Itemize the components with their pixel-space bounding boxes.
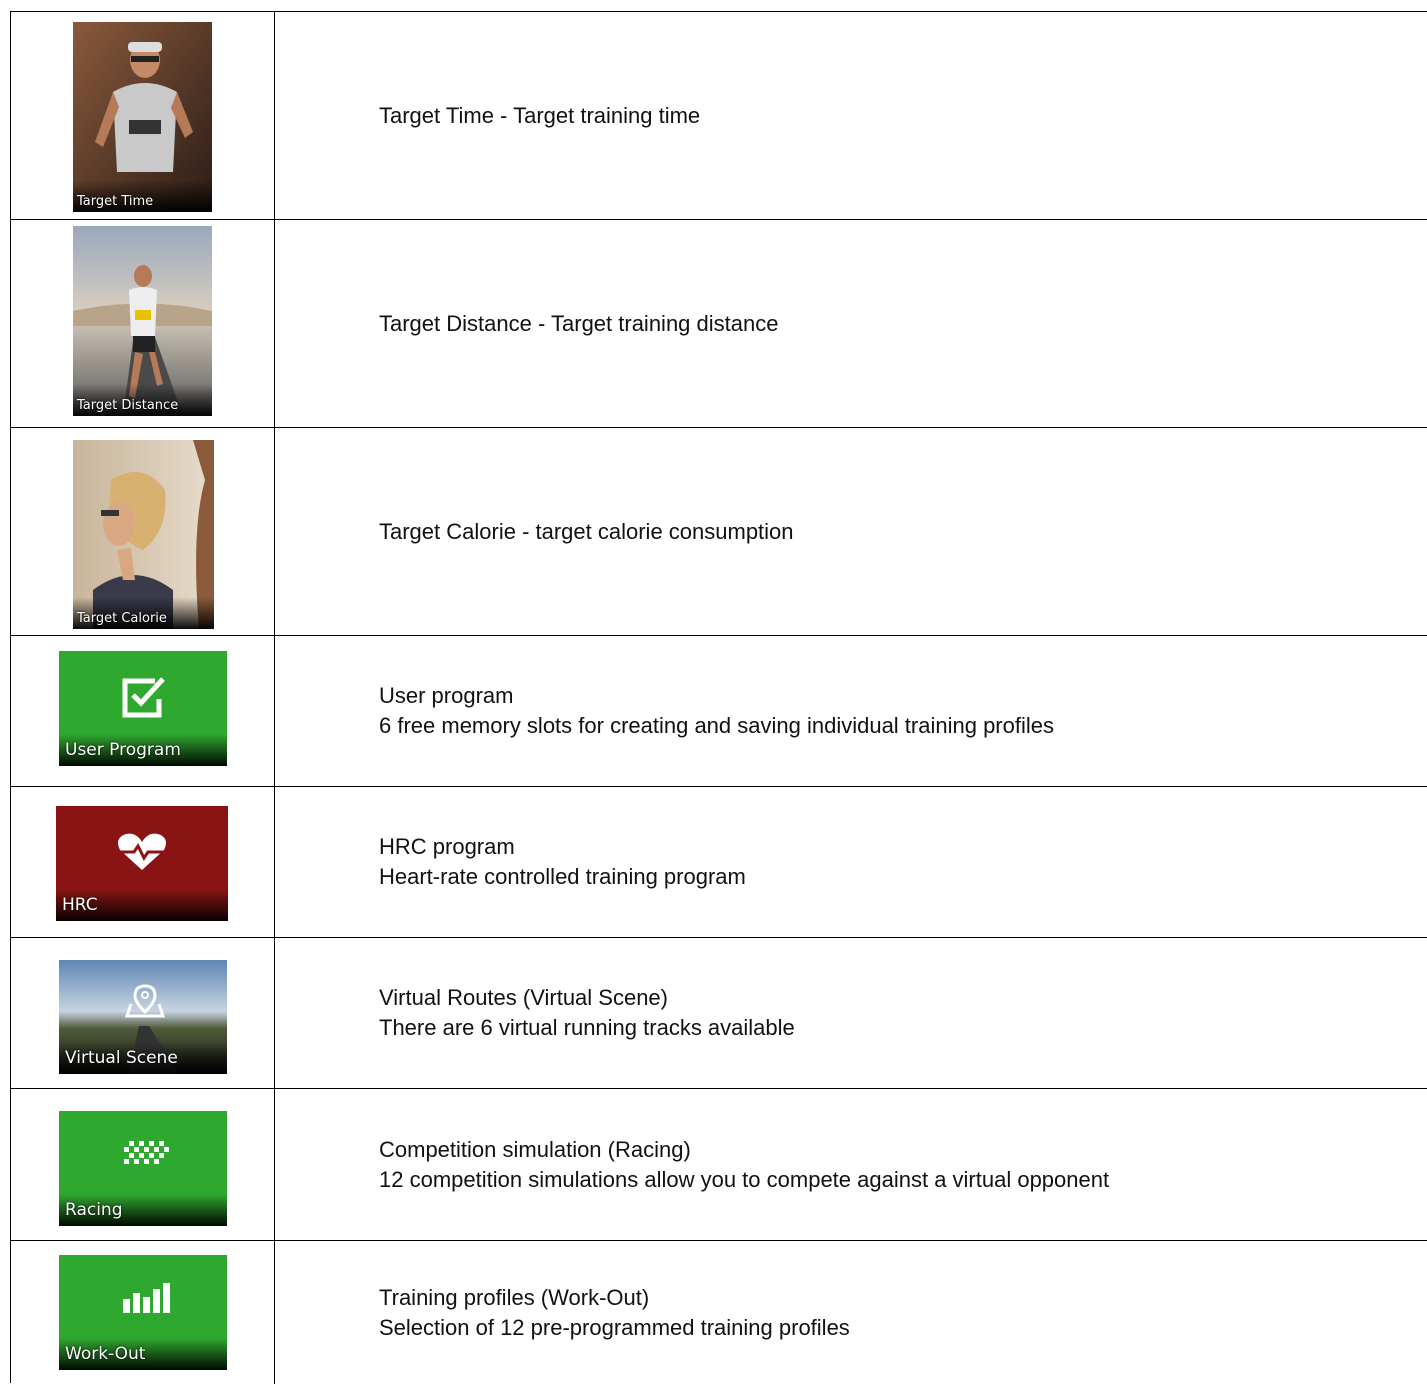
table-row: Work-Out Training profiles (Work-Out) Se…: [11, 1241, 1427, 1384]
tile-label: Racing: [65, 1200, 123, 1220]
virtual-scene-tile: Virtual Scene: [59, 960, 227, 1074]
description-line-1: User program: [379, 683, 514, 708]
table-row: Virtual Scene Virtual Routes (Virtual Sc…: [11, 938, 1427, 1089]
description-line-1: Target Distance - Target training distan…: [379, 310, 779, 336]
target-calorie-tile: Target Calorie: [73, 440, 214, 629]
icon-cell: Virtual Scene: [11, 938, 275, 1088]
icon-cell: Racing: [11, 1089, 275, 1240]
user-program-tile: User Program: [59, 651, 227, 766]
tile-label: Target Calorie: [77, 611, 167, 626]
racing-tile: Racing: [59, 1111, 227, 1226]
description: Training profiles (Work-Out) Selection o…: [379, 1283, 850, 1343]
table-row: Target Distance Target Distance - Target…: [11, 220, 1427, 428]
description-line-1: Virtual Routes (Virtual Scene): [379, 985, 668, 1010]
description-line-1: Target Time - Target training time: [379, 102, 701, 128]
description-line-2: Heart-rate controlled training program: [379, 864, 746, 889]
description-line-1: HRC program: [379, 834, 515, 859]
description: Target Distance - Target training distan…: [379, 309, 778, 339]
table-row: HRC HRC program Heart-rate controlled tr…: [11, 787, 1427, 938]
table-row: User Program User program 6 free memory …: [11, 636, 1427, 787]
target-time-tile: Target Time: [73, 22, 212, 212]
work-out-tile: Work-Out: [59, 1255, 227, 1370]
description: Target Time - Target training time: [379, 101, 700, 131]
description-line-2: 12 competition simulations allow you to …: [379, 1166, 1110, 1192]
tile-label: Target Time: [77, 194, 154, 209]
icon-cell: Target Time: [11, 12, 275, 219]
programs-table: Target Time Target Time - Target trainin…: [10, 11, 1427, 1384]
description: Target Calorie - target calorie consumpt…: [379, 517, 794, 547]
description-line-1: Training profiles (Work-Out): [379, 1284, 650, 1310]
tile-label: Virtual Scene: [65, 1048, 178, 1068]
description: Competition simulation (Racing) 12 compe…: [379, 1135, 1109, 1195]
description: Virtual Routes (Virtual Scene) There are…: [379, 983, 795, 1043]
description-line-2: 6 free memory slots for creating and sav…: [379, 713, 1054, 738]
description-line-1: Target Calorie - target calorie consumpt…: [379, 518, 794, 544]
description: HRC program Heart-rate controlled traini…: [379, 832, 746, 892]
description-line-2: There are 6 virtual running tracks avail…: [379, 1015, 795, 1040]
icon-cell: HRC: [11, 787, 275, 937]
description-line-1: Competition simulation (Racing): [379, 1136, 691, 1162]
tile-label: Work-Out: [65, 1344, 146, 1364]
icon-cell: Target Distance: [11, 220, 275, 427]
table-row: Racing Competition simulation (Racing) 1…: [11, 1089, 1427, 1241]
table-row: Target Time Target Time - Target trainin…: [11, 12, 1427, 220]
target-distance-tile: Target Distance: [73, 226, 212, 416]
icon-cell: User Program: [11, 636, 275, 786]
table-row: Target Calorie Target Calorie - target c…: [11, 428, 1427, 636]
icon-cell: Work-Out: [11, 1241, 275, 1384]
icon-cell: Target Calorie: [11, 428, 275, 635]
tile-label: HRC: [62, 895, 98, 915]
hrc-tile: HRC: [56, 806, 228, 921]
description-line-2: Selection of 12 pre-programmed training …: [379, 1314, 850, 1340]
description: User program 6 free memory slots for cre…: [379, 681, 1054, 741]
tile-label: Target Distance: [77, 398, 179, 413]
tile-label: User Program: [65, 740, 181, 760]
